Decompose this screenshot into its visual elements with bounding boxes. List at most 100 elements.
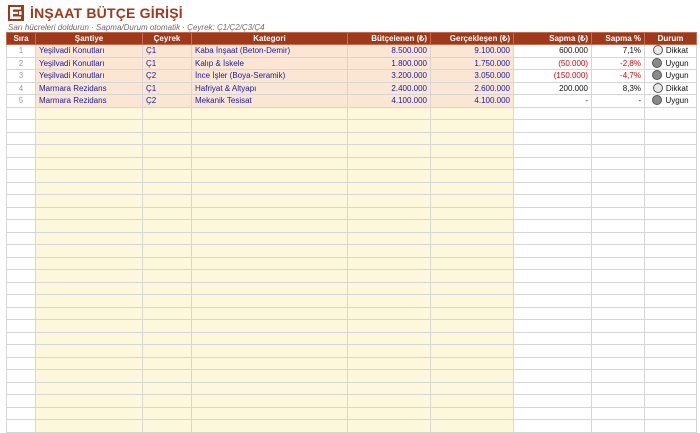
col-header-category[interactable]: Kategori: [191, 32, 348, 45]
empty-cell[interactable]: [644, 144, 697, 158]
empty-cell[interactable]: [644, 369, 697, 383]
empty-cell[interactable]: [142, 106, 192, 120]
empty-cell[interactable]: [430, 294, 514, 308]
empty-cell[interactable]: [347, 369, 431, 383]
variance-pct-cell[interactable]: -: [591, 94, 645, 108]
actual-cell[interactable]: 1.750.000: [430, 56, 514, 70]
empty-cell[interactable]: [591, 169, 645, 183]
col-header-budget[interactable]: Bütçelenen (₺): [347, 32, 431, 45]
empty-cell[interactable]: [347, 344, 431, 358]
empty-cell[interactable]: [644, 294, 697, 308]
empty-cell[interactable]: [591, 369, 645, 383]
status-cell[interactable]: Uygun: [644, 94, 697, 108]
actual-cell[interactable]: 3.050.000: [430, 69, 514, 83]
empty-cell[interactable]: [142, 119, 192, 133]
empty-cell[interactable]: [513, 169, 592, 183]
empty-cell[interactable]: [191, 319, 348, 333]
empty-cell[interactable]: [513, 106, 592, 120]
actual-cell[interactable]: 4.100.000: [430, 94, 514, 108]
empty-cell[interactable]: [513, 131, 592, 145]
status-cell[interactable]: Dikkat: [644, 81, 697, 95]
empty-cell[interactable]: [591, 394, 645, 408]
empty-cell[interactable]: [430, 194, 514, 208]
empty-cell[interactable]: [191, 356, 348, 370]
empty-cell[interactable]: [644, 156, 697, 170]
empty-cell[interactable]: [591, 194, 645, 208]
empty-cell[interactable]: [191, 269, 348, 283]
empty-cell[interactable]: [347, 331, 431, 345]
actual-cell[interactable]: 9.100.000: [430, 44, 514, 58]
empty-cell[interactable]: [513, 294, 592, 308]
empty-cell[interactable]: [513, 119, 592, 133]
empty-cell[interactable]: [142, 206, 192, 220]
empty-cell[interactable]: [347, 294, 431, 308]
empty-cell[interactable]: [347, 244, 431, 258]
empty-cell[interactable]: [35, 256, 143, 270]
empty-cell[interactable]: [513, 194, 592, 208]
empty-cell[interactable]: [191, 406, 348, 420]
empty-cell[interactable]: [591, 156, 645, 170]
empty-cell[interactable]: [347, 181, 431, 195]
empty-cell[interactable]: [430, 306, 514, 320]
col-header-actual[interactable]: Gerçekleşen (₺): [430, 32, 514, 45]
variance-pct-cell[interactable]: 7,1%: [591, 44, 645, 58]
empty-cell[interactable]: [513, 156, 592, 170]
empty-cell[interactable]: [591, 344, 645, 358]
empty-cell[interactable]: [644, 394, 697, 408]
col-header-variance-pct[interactable]: Sapma %: [591, 32, 645, 45]
empty-cell[interactable]: [35, 219, 143, 233]
col-header-status[interactable]: Durum: [644, 32, 697, 45]
empty-cell[interactable]: [191, 369, 348, 383]
empty-cell[interactable]: [142, 269, 192, 283]
quarter-cell[interactable]: Ç2: [142, 69, 192, 83]
site-cell[interactable]: Marmara Rezidans: [35, 94, 143, 108]
col-header-variance[interactable]: Sapma (₺): [513, 32, 592, 45]
quarter-cell[interactable]: Ç2: [142, 94, 192, 108]
empty-cell[interactable]: [513, 256, 592, 270]
empty-cell[interactable]: [430, 231, 514, 245]
empty-cell[interactable]: [35, 169, 143, 183]
actual-cell[interactable]: 2.600.000: [430, 81, 514, 95]
variance-cell[interactable]: -: [513, 94, 592, 108]
empty-cell[interactable]: [347, 119, 431, 133]
col-header-site[interactable]: Şantiye: [35, 32, 143, 45]
empty-cell[interactable]: [644, 119, 697, 133]
empty-cell[interactable]: [347, 169, 431, 183]
empty-cell[interactable]: [191, 194, 348, 208]
empty-cell[interactable]: [430, 269, 514, 283]
empty-cell[interactable]: [191, 144, 348, 158]
empty-cell[interactable]: [644, 219, 697, 233]
empty-cell[interactable]: [347, 206, 431, 220]
empty-cell[interactable]: [430, 331, 514, 345]
empty-cell[interactable]: [591, 119, 645, 133]
empty-cell[interactable]: [513, 219, 592, 233]
empty-cell[interactable]: [191, 119, 348, 133]
category-cell[interactable]: İnce İşler (Boya-Seramik): [191, 69, 348, 83]
empty-cell[interactable]: [347, 106, 431, 120]
empty-cell[interactable]: [513, 331, 592, 345]
empty-cell[interactable]: [591, 406, 645, 420]
empty-cell[interactable]: [142, 131, 192, 145]
site-cell[interactable]: Yeşilvadi Konutları: [35, 69, 143, 83]
empty-cell[interactable]: [191, 131, 348, 145]
empty-cell[interactable]: [142, 406, 192, 420]
empty-cell[interactable]: [644, 231, 697, 245]
empty-cell[interactable]: [644, 269, 697, 283]
empty-cell[interactable]: [430, 356, 514, 370]
empty-cell[interactable]: [513, 269, 592, 283]
empty-cell[interactable]: [644, 194, 697, 208]
empty-cell[interactable]: [513, 306, 592, 320]
empty-cell[interactable]: [644, 169, 697, 183]
empty-cell[interactable]: [644, 281, 697, 295]
empty-cell[interactable]: [430, 319, 514, 333]
empty-cell[interactable]: [347, 231, 431, 245]
empty-cell[interactable]: [35, 306, 143, 320]
empty-cell[interactable]: [591, 131, 645, 145]
empty-cell[interactable]: [142, 156, 192, 170]
empty-cell[interactable]: [591, 294, 645, 308]
empty-cell[interactable]: [591, 381, 645, 395]
empty-cell[interactable]: [591, 206, 645, 220]
variance-cell[interactable]: 200.000: [513, 81, 592, 95]
empty-cell[interactable]: [35, 106, 143, 120]
empty-cell[interactable]: [191, 181, 348, 195]
